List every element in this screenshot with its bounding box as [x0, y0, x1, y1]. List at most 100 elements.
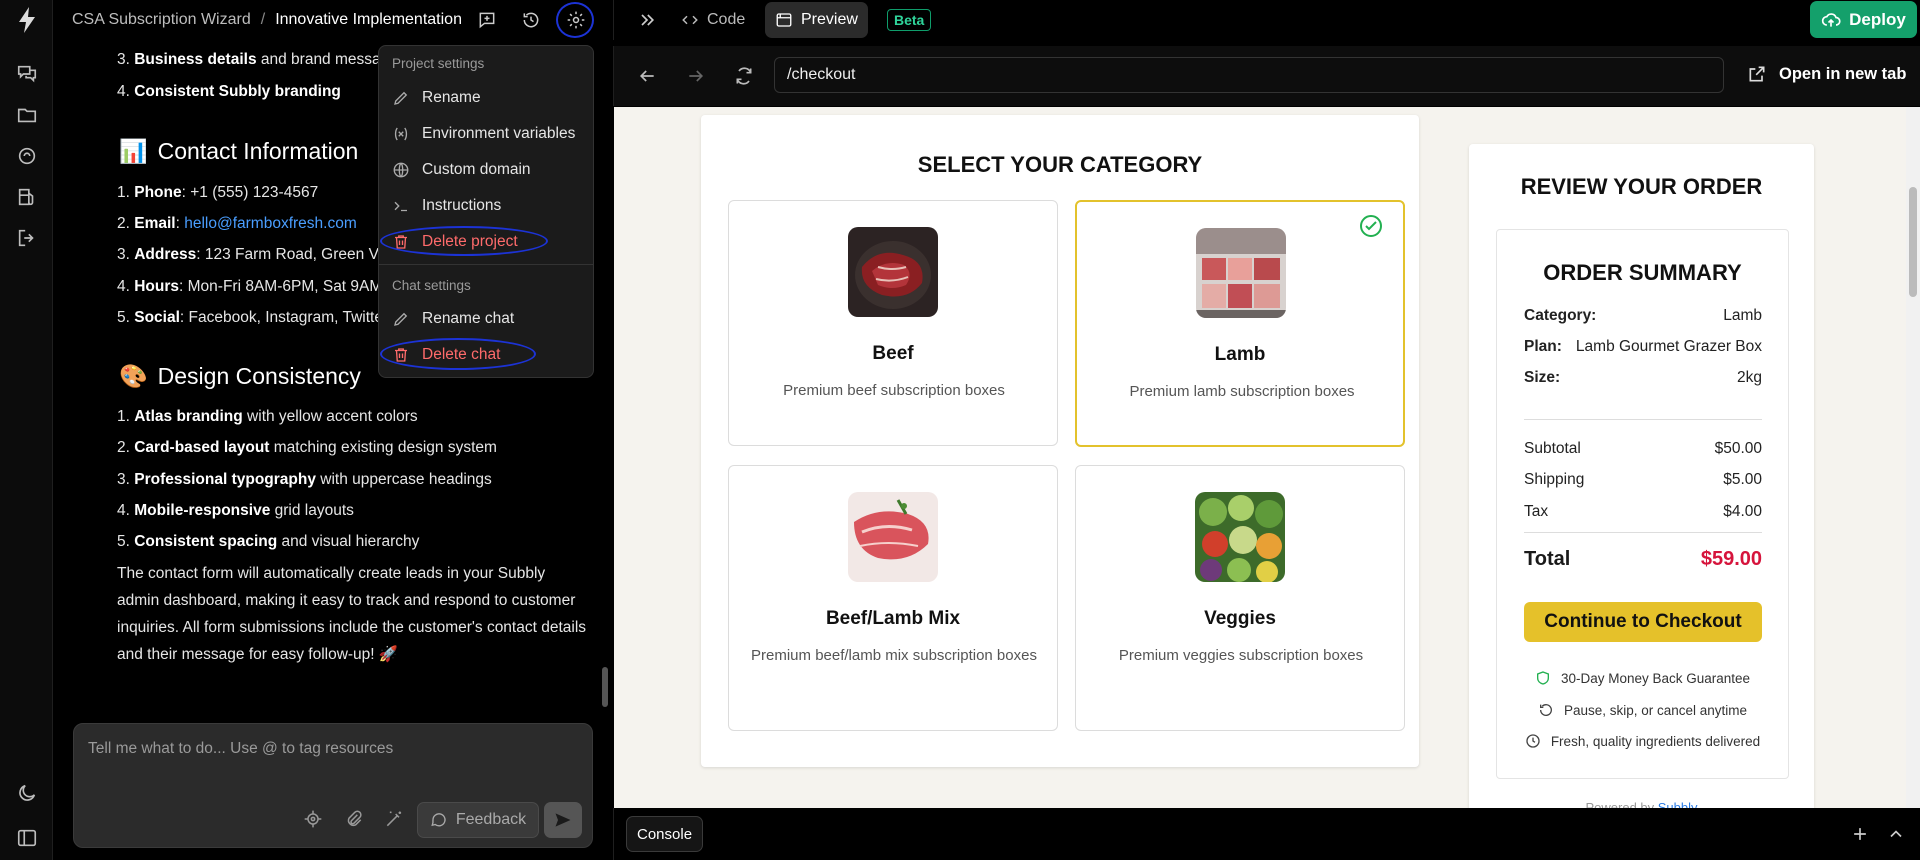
beef-lamb-mix-image [848, 492, 938, 582]
design-heading: 🎨 Design Consistency [119, 363, 361, 389]
external-link-icon [1747, 64, 1767, 84]
chat-scroll-thumb[interactable] [602, 667, 608, 707]
continue-checkout-button[interactable]: Continue to Checkout [1524, 602, 1762, 642]
summary-row-category: Category: Lamb [1524, 307, 1762, 324]
chat-title[interactable]: Innovative Implementation [275, 11, 462, 29]
send-button[interactable] [544, 802, 582, 838]
cloud-upload-icon [1821, 10, 1841, 30]
preview-scrollbar[interactable] [1906, 107, 1920, 808]
annotation-oval-delete-project [380, 226, 548, 256]
forward-arrow-icon[interactable] [686, 66, 706, 86]
preview-scroll-thumb[interactable] [1909, 187, 1917, 297]
terminal-icon [394, 201, 407, 212]
prompt-input-box[interactable]: Tell me what to do... Use @ to tag resou… [73, 723, 593, 848]
code-icon [681, 11, 699, 29]
open-new-tab-button[interactable]: Open in new tab [1747, 64, 1906, 84]
category-desc: Premium veggies subscription boxes [1118, 647, 1364, 664]
subbly-link[interactable]: Subbly [1658, 800, 1698, 808]
menu-item-rename[interactable]: Rename [392, 82, 587, 114]
category-card-lamb[interactable]: Lamb Premium lamb subscription boxes [1075, 200, 1405, 447]
clock-icon [1526, 734, 1540, 748]
list-item: 1. Atlas branding with yellow accent col… [117, 408, 418, 425]
shield-icon [1536, 671, 1549, 685]
perk-guarantee: 30-Day Money Back Guarantee [1497, 670, 1788, 686]
chevron-up-icon[interactable] [1886, 824, 1906, 844]
category-card-beef[interactable]: Beef Premium beef subscription boxes [728, 200, 1058, 446]
deploy-button[interactable]: Deploy [1810, 1, 1917, 38]
summary-row-size: Size: 2kg [1524, 369, 1762, 386]
new-chat-icon[interactable] [477, 10, 497, 30]
total-price: $59.00 [1700, 548, 1762, 570]
breadcrumb-separator: / [260, 11, 266, 28]
list-item: 4. Consistent Subbly branding [117, 83, 341, 100]
list-item: 1. Phone: +1 (555) 123-4567 [117, 184, 319, 201]
list-item: 2. Card-based layout matching existing d… [117, 439, 497, 456]
closing-paragraph: The contact form will automatically crea… [117, 565, 587, 663]
chat-settings-label: Chat settings [392, 278, 471, 293]
magic-wand-icon[interactable] [384, 809, 404, 829]
menu-item-env-vars[interactable]: Environment variables [392, 118, 587, 150]
check-circle-icon [1359, 214, 1383, 238]
support-chat-icon[interactable] [16, 145, 38, 167]
menu-item-rename-chat[interactable]: Rename chat [392, 303, 587, 335]
annotation-oval-delete-chat [380, 338, 536, 370]
feedback-button[interactable]: Feedback [417, 802, 539, 838]
console-button[interactable]: Console [626, 816, 704, 852]
review-title: REVIEW YOUR ORDER [1520, 174, 1763, 199]
list-item: 3. Address: 123 Farm Road, Green Val [117, 246, 390, 263]
category-card-veggies[interactable]: Veggies Premium veggies subscription box… [1075, 465, 1405, 731]
order-summary-title: ORDER SUMMARY [1543, 260, 1742, 285]
fuel-icon[interactable] [16, 186, 38, 208]
category-title: SELECT YOUR CATEGORY [917, 152, 1203, 177]
project-name[interactable]: CSA Subscription Wizard [72, 11, 251, 29]
order-summary: ORDER SUMMARY Category: Lamb Plan: Lamb Go… [1496, 229, 1789, 779]
prompt-input[interactable]: Tell me what to do... Use @ to tag resou… [88, 740, 393, 758]
perk-fresh: Fresh, quality ingredients delivered [1497, 733, 1788, 749]
dark-mode-icon[interactable] [16, 782, 38, 804]
variable-icon [394, 127, 408, 141]
refresh-icon[interactable] [734, 66, 754, 86]
back-arrow-icon[interactable] [637, 66, 657, 86]
list-item: 5. Social: Facebook, Instagram, Twitte [117, 309, 383, 326]
history-icon[interactable] [521, 10, 541, 30]
globe-icon [393, 162, 409, 178]
pencil-icon [394, 312, 408, 326]
chart-emoji-icon: 📊 [119, 138, 148, 164]
category-name: Beef [872, 343, 914, 364]
url-input[interactable]: /checkout [774, 57, 1724, 93]
collapse-chevrons-icon[interactable] [637, 10, 657, 30]
bottom-bar: Console [613, 808, 1920, 860]
tab-code[interactable]: Code [671, 2, 755, 38]
project-settings-label: Project settings [392, 56, 485, 71]
menu-item-custom-domain[interactable]: Custom domain [392, 154, 587, 186]
chat-header: CSA Subscription Wizard / Innovative Imp… [53, 0, 613, 40]
chats-icon[interactable] [16, 63, 38, 85]
sidebar-toggle-icon[interactable] [16, 827, 38, 849]
category-name: Lamb [1214, 344, 1266, 365]
category-card-beef-lamb-mix[interactable]: Beef/Lamb Mix Premium beef/lamb mix subs… [728, 465, 1058, 731]
beef-image [848, 227, 938, 317]
tab-preview[interactable]: Preview [765, 2, 868, 38]
preview-toolbar: Code Preview Beta Deploy [613, 0, 1920, 40]
left-rail [0, 0, 53, 860]
sign-out-icon[interactable] [16, 227, 38, 249]
target-icon[interactable] [303, 809, 323, 829]
palette-emoji-icon: 🎨 [119, 363, 148, 389]
menu-divider [379, 264, 593, 265]
attach-icon[interactable] [344, 809, 364, 829]
beta-badge: Beta [887, 9, 932, 31]
category-panel: SELECT YOUR CATEGORY Beef Premium beef s… [701, 115, 1419, 767]
plus-icon[interactable] [1850, 824, 1870, 844]
category-desc: Premium beef subscription boxes [783, 382, 1005, 399]
contact-heading: 📊 Contact Information [119, 138, 359, 164]
bolt-logo-icon[interactable] [15, 6, 39, 34]
category-desc: Premium lamb subscription boxes [1129, 383, 1355, 400]
folder-icon[interactable] [16, 104, 38, 126]
list-item: 4. Hours: Mon-Fri 8AM-6PM, Sat 9AM [117, 278, 383, 295]
preview-frame: SELECT YOUR CATEGORY Beef Premium beef s… [614, 107, 1906, 808]
email-link[interactable]: hello@farmboxfresh.com [184, 215, 357, 232]
chat-scrollbar[interactable] [600, 47, 610, 717]
summary-row-tax: Tax $4.00 [1524, 503, 1762, 520]
list-item: 2. Email: hello@farmboxfresh.com [117, 215, 357, 232]
menu-item-instructions[interactable]: Instructions [392, 190, 587, 222]
